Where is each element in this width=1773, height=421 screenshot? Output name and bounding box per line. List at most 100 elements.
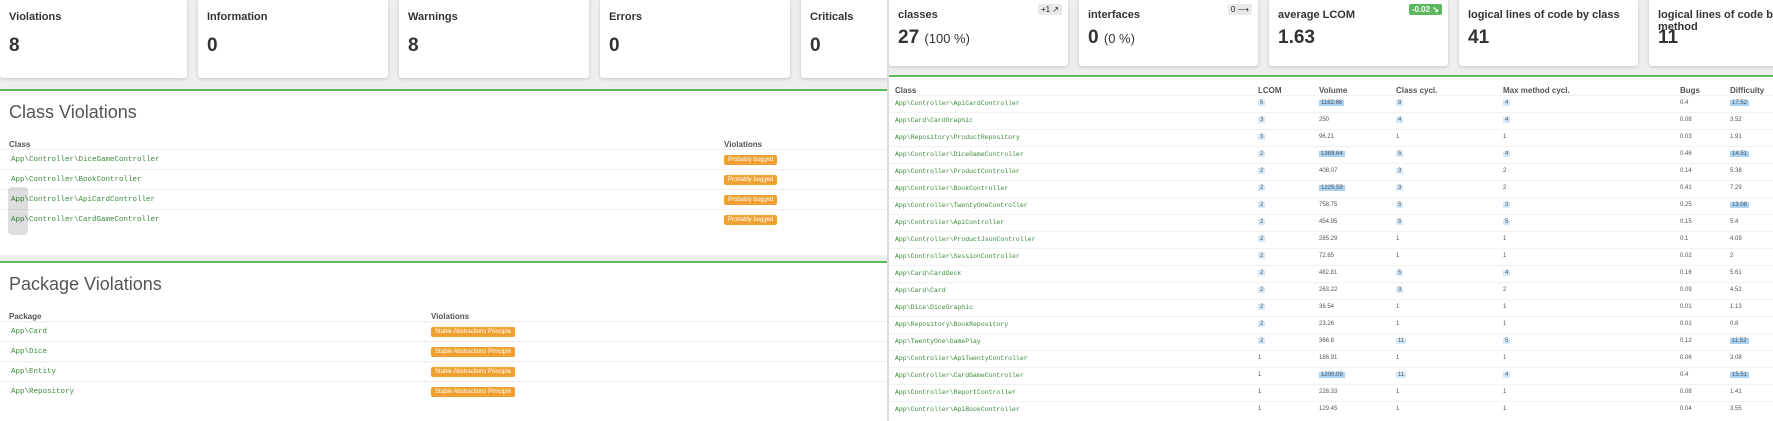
class-link[interactable]: App\Controller\ProductJsonController: [895, 236, 1035, 243]
class-link[interactable]: App\Controller\ApiTwentyController: [895, 355, 1028, 362]
header-class[interactable]: Class: [895, 86, 916, 95]
metric-mm: 2: [1503, 287, 1507, 293]
table-row: App\Repository Stable Abstractions Princi…: [0, 381, 887, 402]
metric-volume: 228.33: [1319, 389, 1338, 395]
class-link[interactable]: App\Controller\ApiBookController: [895, 406, 1020, 413]
metric-cc: 1: [1396, 406, 1400, 412]
header-bugs[interactable]: Bugs: [1680, 86, 1700, 95]
violation-badge: Stable Abstractions Principle: [431, 387, 516, 397]
class-link[interactable]: App\Card\CardDeck: [895, 270, 961, 277]
metric-card-value: 0 (0 %): [1088, 27, 1135, 49]
metric-cc: 5: [1396, 219, 1404, 225]
metric-cc: 1: [1396, 253, 1400, 259]
table-row: App\Controller\TwentyOneController 2 758.7…: [889, 197, 1773, 215]
class-link[interactable]: App\Controller\SessionController: [895, 253, 1020, 260]
metric-lcom: 3: [1258, 134, 1266, 140]
table-row: App\Controller\ApiController 2 454.95 5 5 0.1…: [889, 214, 1773, 232]
class-link[interactable]: App\Controller\DiceGameController: [895, 151, 1024, 158]
metric-diff: 1.91: [1730, 134, 1742, 140]
col-violations-header: Violations: [724, 140, 763, 149]
header-difficulty[interactable]: Difficulty: [1730, 86, 1764, 95]
metric-mm: 4: [1503, 270, 1511, 276]
metric-diff: 14.51: [1730, 151, 1750, 157]
package-link[interactable]: App\Dice: [11, 348, 47, 356]
col-package-violations-header: Violations: [431, 312, 470, 321]
class-link[interactable]: App\Controller\BookController: [11, 176, 142, 184]
header-class-cycl[interactable]: Class cycl.: [1396, 86, 1437, 95]
metric-volume: 72.65: [1319, 253, 1335, 259]
metric-bugs: 0.03: [1680, 134, 1692, 140]
metric-mm: 5: [1503, 338, 1511, 344]
summary-card-value: 0: [810, 35, 821, 56]
metric-lcom: 2: [1258, 304, 1266, 310]
class-link[interactable]: App\Dice\DiceGraphic: [895, 304, 973, 311]
metric-mm: 4: [1503, 100, 1511, 106]
violation-badge: Stable Abstractions Principle: [431, 347, 516, 357]
class-link[interactable]: App\Card\Card: [895, 287, 946, 294]
package-link[interactable]: App\Entity: [11, 368, 56, 376]
header-lcom[interactable]: LCOM: [1258, 86, 1282, 95]
class-link[interactable]: App\Repository\BookRepository: [895, 321, 1008, 328]
table-row: App\Controller\SessionController 2 72.65 1 1…: [889, 248, 1773, 266]
table-row: App\Card\CardDeck 2 482.81 5 4 0.16 5.61: [889, 265, 1773, 283]
class-link[interactable]: App\Controller\BookController: [895, 185, 1008, 192]
summary-card-label: Information: [207, 11, 268, 23]
metric-lcom: 2: [1258, 185, 1266, 191]
class-link[interactable]: App\Controller\ApiController: [895, 219, 1004, 226]
metric-diff: 15.51: [1730, 372, 1750, 378]
summary-card-value: 8: [408, 35, 419, 56]
class-link[interactable]: App\Controller\ReportController: [895, 389, 1016, 396]
package-link[interactable]: App\Repository: [11, 388, 74, 396]
metric-volume: 454.95: [1319, 219, 1338, 225]
summary-card-information: Information 0: [198, 0, 388, 78]
class-link[interactable]: App\Repository\ProductRepository: [895, 134, 1020, 141]
metric-bugs: 0.41: [1680, 185, 1692, 191]
class-link[interactable]: App\Controller\CardGameController: [895, 372, 1024, 379]
metric-bugs: 0.25: [1680, 202, 1692, 208]
metric-card-value: 11: [1658, 27, 1678, 49]
class-link[interactable]: App\Card\CardGraphic: [895, 117, 973, 124]
metric-bugs: 0.4: [1680, 100, 1689, 106]
metric-cc: 3: [1396, 168, 1404, 174]
metric-diff: 4.09: [1730, 236, 1742, 242]
package-link[interactable]: App\Card: [11, 328, 47, 336]
metric-cc: 8: [1396, 100, 1404, 106]
metric-lcom: 2: [1258, 236, 1266, 242]
hover-highlight: [8, 187, 28, 235]
metric-cc: 3: [1396, 185, 1404, 191]
metric-mm: 1: [1503, 321, 1507, 327]
header-volume[interactable]: Volume: [1319, 86, 1347, 95]
table-row: App\Controller\DiceGameController 2 1389.6…: [889, 146, 1773, 164]
metric-cards: classes 27 (100 %) +1 ↗ interfaces 0 (0 %) 0 …: [889, 0, 1773, 78]
class-link[interactable]: App\TwentyOne\GamePlay: [895, 338, 981, 345]
metric-volume: 1182.66: [1319, 100, 1345, 106]
metric-volume: 250: [1319, 117, 1330, 123]
class-link[interactable]: App\Controller\DiceGameController: [11, 156, 160, 164]
class-metrics-panel: Class LCOM Volume Class cycl. Max method…: [889, 75, 1773, 421]
class-link[interactable]: App\Controller\ApiCardController: [895, 100, 1020, 107]
metric-lcom: 2: [1258, 253, 1266, 259]
metric-cc: 5: [1396, 151, 1404, 157]
metric-mm: 3: [1503, 202, 1511, 208]
metric-lcom: 5: [1258, 100, 1266, 106]
metric-mm: 1: [1503, 389, 1507, 395]
violation-badge: Probably bugged: [724, 195, 778, 205]
header-max-method-cycl[interactable]: Max method cycl.: [1503, 86, 1570, 95]
class-link[interactable]: App\Controller\ApiCardController: [11, 196, 155, 204]
summary-card-warnings: Warnings 8: [399, 0, 589, 78]
metric-bugs: 0.14: [1680, 168, 1692, 174]
class-link[interactable]: App\Controller\CardGameController: [11, 216, 160, 224]
table-row: App\TwentyOne\GamePlay 2 366.8 11 5 0.12 11.52: [889, 333, 1773, 351]
metric-mm: 2: [1503, 168, 1507, 174]
metric-diff: 5.4: [1730, 219, 1739, 225]
violation-badge: Probably bugged: [724, 175, 778, 185]
metric-volume: 1200.09: [1319, 372, 1345, 378]
metric-card: classes 27 (100 %) +1 ↗: [889, 0, 1068, 66]
metric-bugs: 0.06: [1680, 355, 1692, 361]
metric-cc: 5: [1396, 270, 1404, 276]
metric-diff: 0.8: [1730, 321, 1739, 327]
class-link[interactable]: App\Controller\TwentyOneController: [895, 202, 1028, 209]
class-link[interactable]: App\Controller\ProductController: [895, 168, 1020, 175]
metric-volume: 36.54: [1319, 304, 1335, 310]
summary-card-criticals: Criticals 0: [801, 0, 887, 78]
